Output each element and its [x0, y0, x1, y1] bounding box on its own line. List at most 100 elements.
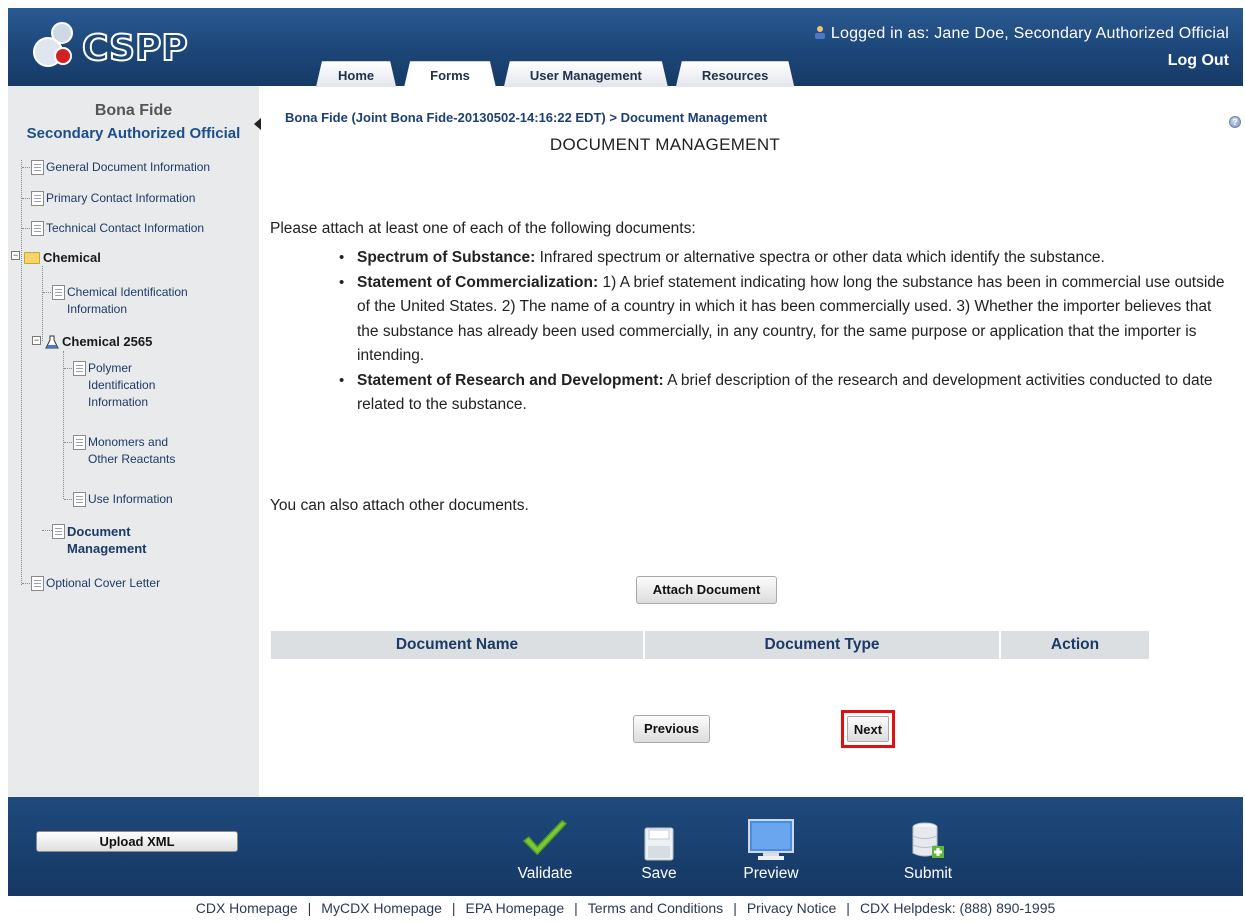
document-icon	[52, 524, 65, 539]
sidebar-form-title: Bona Fide	[94, 102, 173, 119]
required-documents-list: Spectrum of Substance: Infrared spectrum…	[335, 246, 1225, 418]
sidebar-item-label: Chemical	[43, 250, 101, 265]
sidebar-item-label: Use Information	[88, 492, 173, 506]
sidebar-item-label: Technical Contact Information	[46, 221, 205, 235]
sidebar-item-primary-contact-information[interactable]: Primary Contact Information	[31, 190, 195, 207]
separator: |	[451, 900, 456, 916]
main-tabs: Home Forms User Management Resources	[316, 61, 802, 87]
list-item: Statement of Research and Development: A…	[335, 369, 1225, 418]
database-add-icon	[883, 801, 973, 861]
column-header-document-name: Document Name	[271, 631, 643, 659]
list-item-text: Infrared spectrum or alternative spectra…	[535, 249, 1105, 266]
sidebar-item-label: Primary Contact Information	[46, 191, 196, 205]
flask-icon	[45, 335, 59, 349]
sidebar-item-label: Identification	[88, 378, 156, 392]
validate-button[interactable]: Validate	[500, 801, 590, 883]
list-item-heading: Statement of Commercialization:	[357, 273, 599, 291]
footer-link-cdx-helpdesk[interactable]: CDX Helpdesk: (888) 890-1995	[860, 900, 1055, 916]
separator: |	[733, 900, 737, 916]
document-icon	[73, 361, 86, 376]
sidebar-item-technical-contact-information[interactable]: Technical Contact Information	[31, 220, 204, 237]
sidebar-item-label-wrap: Chemical Identification Information	[67, 284, 188, 318]
sidebar-item-polymer-identification-information[interactable]: Polymer Identification Information	[73, 360, 223, 411]
sidebar-item-label: Polymer	[88, 361, 133, 375]
column-header-action: Action	[1001, 631, 1149, 659]
sidebar-item-label: Monomers and	[88, 435, 169, 449]
sidebar-item-chemical-2565[interactable]: Chemical 2565	[45, 333, 152, 350]
cspp-logo[interactable]: CSPP	[26, 14, 226, 76]
tree-line	[42, 266, 43, 341]
tab-forms[interactable]: Forms	[404, 61, 496, 87]
sidebar-item-chemical-identification-information[interactable]: Chemical Identification Information	[52, 284, 232, 318]
collapse-sidebar-arrow-icon[interactable]	[254, 118, 261, 130]
sidebar-item-label: Other Reactants	[88, 452, 176, 466]
sidebar-item-general-document-information[interactable]: General Document Information	[31, 159, 210, 176]
save-disk-icon	[614, 801, 704, 861]
user-icon	[813, 25, 827, 39]
logout-link[interactable]: Log Out	[1168, 52, 1229, 70]
app-header: CSPP Logged in as: Jane Doe, Secondary A…	[8, 8, 1243, 86]
tab-home[interactable]: Home	[316, 61, 396, 87]
previous-button[interactable]: Previous	[633, 715, 710, 743]
sidebar-item-monomers-and-other-reactants[interactable]: Monomers and Other Reactants	[73, 434, 223, 468]
validate-label: Validate	[517, 865, 573, 882]
save-label: Save	[641, 865, 677, 882]
upload-xml-button[interactable]: Upload XML	[36, 831, 238, 852]
footer-link-cdx-homepage[interactable]: CDX Homepage	[196, 900, 298, 916]
list-item-heading: Statement of Research and Development:	[357, 371, 664, 389]
footer-link-epa-homepage[interactable]: EPA Homepage	[466, 900, 565, 916]
breadcrumb: Bona Fide (Joint Bona Fide-20130502-14:1…	[285, 110, 768, 125]
next-button-label: Next	[847, 716, 889, 742]
document-icon	[73, 492, 86, 507]
footer-link-terms-and-conditions[interactable]: Terms and Conditions	[588, 900, 723, 916]
sidebar-item-label: Document	[67, 524, 131, 539]
attach-document-button[interactable]: Attach Document	[636, 576, 777, 604]
collapse-chemical-toggle[interactable]: −	[11, 251, 20, 260]
logged-in-status: Logged in as: Jane Doe, Secondary Author…	[813, 25, 1229, 43]
document-icon	[31, 160, 44, 175]
svg-text:CSPP: CSPP	[82, 28, 188, 69]
help-icon[interactable]: ?	[1229, 116, 1241, 128]
user-line-text: Logged in as: Jane Doe, Secondary Author…	[830, 25, 1229, 42]
page-title: DOCUMENT MANAGEMENT	[549, 135, 781, 154]
submit-label: Submit	[903, 865, 953, 882]
sidebar-item-label: Information	[88, 395, 149, 409]
column-header-document-type: Document Type	[645, 631, 999, 659]
sidebar-item-label-wrap: Document Management	[67, 523, 146, 557]
sidebar-item-use-information[interactable]: Use Information	[73, 491, 173, 508]
collapse-chemical-2565-toggle[interactable]: −	[32, 336, 41, 345]
sidebar-item-label-wrap: Polymer Identification Information	[88, 360, 155, 411]
sidebar-item-optional-cover-letter[interactable]: Optional Cover Letter	[31, 575, 160, 592]
sidebar-item-document-management[interactable]: Document Management	[52, 523, 202, 557]
footer-link-mycdx-homepage[interactable]: MyCDX Homepage	[321, 900, 442, 916]
tab-user-management[interactable]: User Management	[504, 61, 668, 87]
save-button[interactable]: Save	[614, 801, 704, 883]
tree-line	[63, 351, 64, 499]
document-icon	[31, 221, 44, 236]
list-item-heading: Spectrum of Substance:	[357, 249, 536, 266]
sidebar-role: Secondary Authorized Official	[26, 125, 241, 142]
footer-links: CDX Homepage | MyCDX Homepage | EPA Homepage…	[8, 900, 1243, 922]
sidebar-item-label: Information	[67, 302, 128, 316]
document-icon	[52, 285, 65, 300]
sidebar-item-label: Chemical 2565	[62, 334, 153, 349]
separator: |	[574, 900, 578, 916]
document-icon	[73, 435, 86, 450]
sidebar-item-label: Optional Cover Letter	[46, 576, 161, 590]
sidebar-item-label: Chemical Identification	[67, 285, 188, 299]
footer-link-privacy-notice[interactable]: Privacy Notice	[747, 900, 836, 916]
preview-button[interactable]: Preview	[726, 801, 816, 883]
sidebar-item-chemical[interactable]: Chemical	[24, 249, 101, 266]
tab-resources[interactable]: Resources	[676, 61, 794, 87]
separator: |	[307, 900, 312, 916]
instructions-text: Please attach at least one of each of th…	[270, 220, 696, 237]
sidebar-item-label: Management	[67, 541, 147, 556]
submit-button[interactable]: Submit	[883, 801, 973, 883]
next-button[interactable]: Next	[841, 710, 895, 748]
folder-icon	[24, 252, 40, 264]
sidebar-item-label-wrap: Monomers and Other Reactants	[88, 434, 175, 468]
list-item: Statement of Commercialization: 1) A bri…	[335, 271, 1225, 369]
optional-documents-text: You can also attach other documents.	[270, 497, 529, 514]
document-icon	[31, 191, 44, 206]
navigation-sidebar: Bona Fide Secondary Authorized Official …	[8, 86, 259, 797]
